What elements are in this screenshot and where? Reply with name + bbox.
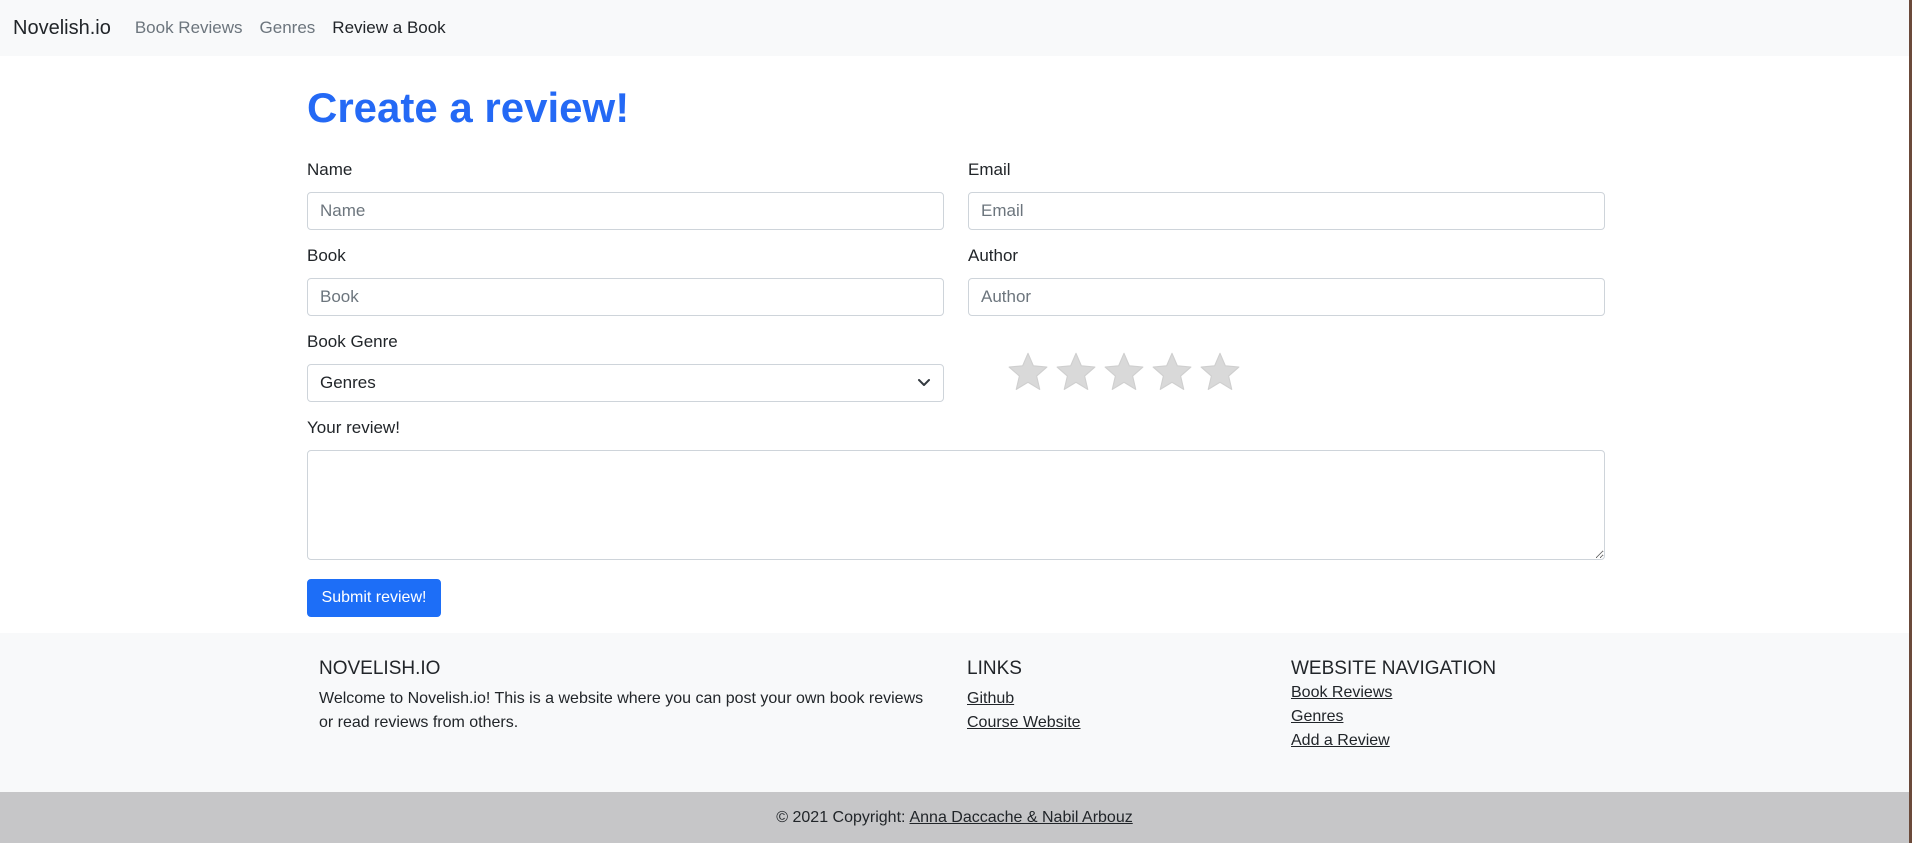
nav-link-book-reviews[interactable]: Book Reviews [135, 18, 243, 38]
page-title: Create a review! [307, 84, 630, 131]
footer-about-heading: NOVELISH.IO [319, 658, 441, 679]
email-input[interactable] [968, 192, 1605, 230]
copyright-authors-link[interactable]: Anna Daccache & Nabil Arbouz [909, 809, 1132, 827]
book-input[interactable] [307, 278, 944, 316]
review-textarea[interactable] [307, 450, 1605, 560]
genre-select-value: Genres [320, 373, 376, 392]
footer: NOVELISH.IO Welcome to Novelish.io! This… [0, 633, 1909, 792]
submit-review-button[interactable]: Submit review! [307, 579, 441, 617]
brand-link[interactable]: Novelish.io [13, 17, 111, 40]
footer-link-course-website[interactable]: Course Website [967, 711, 1081, 735]
name-field-group: Name [307, 158, 944, 244]
footer-navigation: WEBSITE NAVIGATION Book Reviews Genres A… [1291, 657, 1496, 753]
genre-field-group: Book Genre Genres [307, 330, 944, 416]
star-icon[interactable] [1006, 350, 1050, 394]
footer-link-github[interactable]: Github [967, 687, 1081, 711]
footer-nav-book-reviews[interactable]: Book Reviews [1291, 681, 1496, 705]
star-icon[interactable] [1198, 350, 1242, 394]
star-icon[interactable] [1150, 350, 1194, 394]
footer-links-list: Github Course Website [967, 687, 1081, 735]
star-icon[interactable] [1054, 350, 1098, 394]
copyright-text: © 2021 Copyright: [776, 808, 906, 826]
author-input[interactable] [968, 278, 1605, 316]
review-field-group: Your review! [307, 416, 1605, 565]
footer-about: NOVELISH.IO Welcome to Novelish.io! This… [319, 657, 939, 735]
book-label: Book [307, 246, 346, 265]
footer-links-heading: LINKS [967, 658, 1022, 679]
footer-navigation-list: Book Reviews Genres Add a Review [1291, 681, 1496, 753]
genre-label: Book Genre [307, 332, 398, 351]
footer-nav-add-a-review[interactable]: Add a Review [1291, 729, 1496, 753]
name-input[interactable] [307, 192, 944, 230]
star-icon[interactable] [1102, 350, 1146, 394]
footer-about-text: Welcome to Novelish.io! This is a websit… [319, 690, 924, 731]
review-form-section: Create a review! Name Email Book Author … [307, 56, 1605, 617]
footer-links: LINKS Github Course Website [967, 657, 1081, 735]
rating-field-group [968, 330, 1605, 416]
footer-nav-genres[interactable]: Genres [1291, 705, 1496, 729]
review-form: Name Email Book Author Book Genre Genres [307, 158, 1605, 416]
chevron-down-icon [918, 379, 930, 386]
email-label: Email [968, 160, 1011, 179]
nav-link-review-a-book[interactable]: Review a Book [332, 18, 445, 38]
author-label: Author [968, 246, 1019, 265]
genre-select[interactable]: Genres [307, 364, 944, 402]
nav-link-genres[interactable]: Genres [260, 18, 316, 38]
email-field-group: Email [968, 158, 1605, 244]
star-rating [968, 330, 1605, 394]
book-field-group: Book [307, 244, 944, 330]
top-navbar: Novelish.io Book Reviews Genres Review a… [0, 0, 1909, 56]
review-label: Your review! [307, 418, 400, 437]
page: Novelish.io Book Reviews Genres Review a… [0, 0, 1909, 843]
author-field-group: Author [968, 244, 1605, 330]
footer-navigation-heading: WEBSITE NAVIGATION [1291, 658, 1497, 679]
name-label: Name [307, 160, 353, 179]
copyright-bar: © 2021 Copyright: Anna Daccache & Nabil … [0, 792, 1909, 843]
